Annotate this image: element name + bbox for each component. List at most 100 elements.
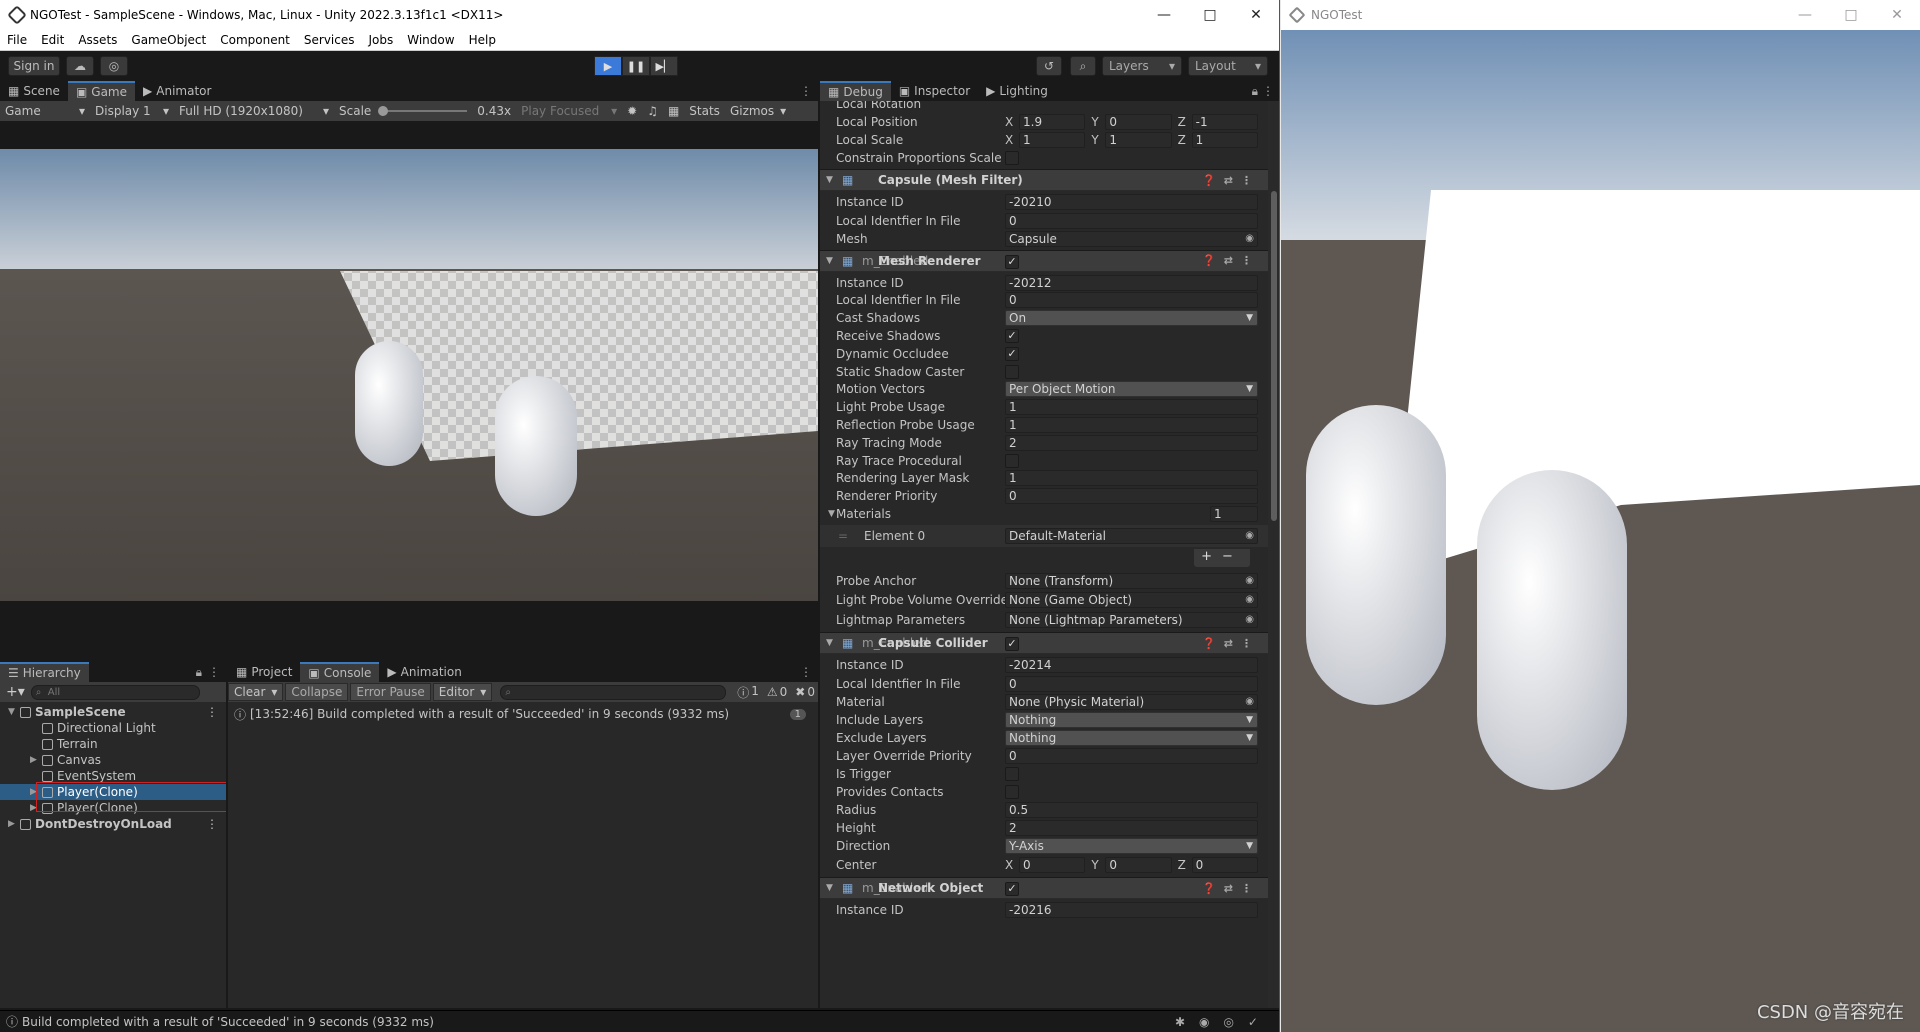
- menu-gameobject[interactable]: GameObject: [124, 33, 213, 47]
- scale-slider[interactable]: [376, 106, 472, 116]
- sign-in-button[interactable]: Sign in: [8, 56, 60, 76]
- component-header-capsule-mesh-filter[interactable]: ▼ ▦ Capsule (Mesh Filter) ❓⇄⋮: [820, 169, 1268, 191]
- value-field[interactable]: 2: [1005, 820, 1258, 837]
- tab-animator[interactable]: ▶ Animator: [135, 81, 219, 101]
- enabled-checkbox[interactable]: ✓: [1005, 254, 1019, 269]
- dropdown-field[interactable]: Per Object Motion ▼: [1005, 381, 1258, 398]
- value-field[interactable]: Default-Material ◉: [1005, 528, 1258, 545]
- foldout-icon[interactable]: ▼: [826, 175, 833, 185]
- menu-edit[interactable]: Edit: [34, 33, 71, 47]
- enabled-checkbox[interactable]: ✓: [1005, 637, 1019, 652]
- checkbox[interactable]: [1005, 364, 1019, 379]
- clear-button[interactable]: Clear ▾: [228, 683, 284, 701]
- foldout-open-icon[interactable]: ▼: [8, 707, 15, 717]
- console-entry[interactable]: ⓘ [13:52:46] Build completed with a resul…: [228, 705, 818, 723]
- component-header-icons[interactable]: ❓⇄⋮: [1202, 882, 1260, 895]
- tab-hierarchy[interactable]: ☰ Hierarchy: [0, 662, 89, 682]
- axis-y-input[interactable]: 0: [1105, 856, 1172, 873]
- bug-icon[interactable]: ✹: [622, 104, 642, 118]
- game-mode-dropdown[interactable]: Game ▾: [0, 104, 90, 118]
- value-field[interactable]: Capsule ◉: [1005, 231, 1258, 247]
- hierarchy-item-directional-light[interactable]: Directional Light: [0, 720, 226, 736]
- resolution-dropdown[interactable]: Full HD (1920x1080) ▾: [174, 104, 334, 118]
- layers-dropdown[interactable]: Layers ▾: [1102, 56, 1182, 76]
- ngotest-game-view[interactable]: CSDN @音容宛在: [1281, 30, 1920, 1032]
- scene-menu-icon[interactable]: ⋮: [206, 705, 218, 719]
- collab-icon[interactable]: ◎: [100, 56, 128, 76]
- value-field[interactable]: 1: [1005, 416, 1258, 433]
- value-field[interactable]: 0.5: [1005, 802, 1258, 819]
- object-picker-icon[interactable]: ◉: [1245, 529, 1254, 543]
- axis-x-input[interactable]: 0: [1019, 856, 1086, 873]
- tab-console[interactable]: ▣ Console: [300, 662, 380, 682]
- checkbox[interactable]: [1005, 767, 1019, 781]
- materials-count-input[interactable]: 1: [1210, 505, 1258, 522]
- foldout-open-icon[interactable]: ▶: [8, 819, 15, 829]
- game-view-canvas[interactable]: [0, 121, 818, 662]
- foldout-icon[interactable]: ▼: [826, 638, 833, 648]
- checkbox[interactable]: [1005, 785, 1019, 800]
- scale-slider-handle[interactable]: [378, 106, 389, 116]
- console-search-input[interactable]: ⌕: [500, 684, 727, 700]
- foldout-icon[interactable]: ▶: [30, 755, 37, 765]
- add-remove-icons[interactable]: +−: [1194, 549, 1250, 568]
- scene-menu-icon[interactable]: ⋮: [206, 817, 218, 831]
- stats-button[interactable]: Stats: [684, 104, 725, 118]
- info-count-toggle[interactable]: ⓘ 1: [734, 684, 762, 701]
- tab-project[interactable]: ▦ Project: [228, 662, 300, 682]
- dropdown-field[interactable]: Nothing ▼: [1005, 729, 1258, 746]
- lock-icon[interactable]: 🔒︎: [1252, 84, 1258, 99]
- value-field[interactable]: -20210: [1005, 194, 1258, 210]
- minimize-icon[interactable]: —: [1141, 0, 1187, 30]
- value-field[interactable]: 1: [1005, 399, 1258, 416]
- checkbox[interactable]: [1005, 151, 1019, 165]
- hierarchy-item-samplescene[interactable]: ▼ SampleScene ⋮: [0, 704, 226, 720]
- panel-menu-icon[interactable]: ⋮: [208, 665, 220, 679]
- dropdown-field[interactable]: On ▼: [1005, 310, 1258, 327]
- lock-icon[interactable]: 🔒︎: [196, 665, 202, 680]
- foldout-icon[interactable]: ▼: [826, 883, 833, 893]
- axis-x-input[interactable]: 1.9: [1019, 114, 1086, 130]
- hierarchy-item-terrain[interactable]: Terrain: [0, 736, 226, 752]
- value-field[interactable]: 0: [1005, 675, 1258, 692]
- component-header-icons[interactable]: ❓⇄⋮: [1202, 174, 1260, 187]
- foldout-icon[interactable]: ▼: [828, 509, 835, 519]
- gizmos-button[interactable]: Gizmos ▾: [725, 104, 791, 118]
- panel-menu-icon[interactable]: ⋮: [800, 665, 812, 679]
- panel-menu-icon[interactable]: ⋮: [1262, 84, 1274, 98]
- menu-window[interactable]: Window: [400, 33, 461, 47]
- step-icon[interactable]: ▶▏: [650, 56, 678, 76]
- play-focused-dropdown[interactable]: Play Focused ▾: [516, 104, 622, 118]
- axis-y-input[interactable]: 1: [1105, 132, 1172, 148]
- value-field[interactable]: None (Lightmap Parameters) ◉: [1005, 611, 1258, 628]
- axis-z-input[interactable]: 0: [1191, 856, 1258, 873]
- dropdown-field[interactable]: Nothing ▼: [1005, 711, 1258, 728]
- object-picker-icon[interactable]: ◉: [1245, 574, 1254, 588]
- checkbox[interactable]: ✓: [1005, 328, 1019, 343]
- hierarchy-search-input[interactable]: ⌕ All: [30, 684, 200, 700]
- value-field[interactable]: -20216: [1005, 902, 1258, 918]
- enabled-checkbox[interactable]: ✓: [1005, 882, 1019, 896]
- tab-game[interactable]: ▣ Game: [67, 81, 136, 101]
- menu-component[interactable]: Component: [213, 33, 297, 47]
- value-field[interactable]: 0: [1005, 747, 1258, 764]
- close-icon[interactable]: ✕: [1233, 0, 1279, 30]
- add-icon[interactable]: +▾: [0, 684, 31, 700]
- close-icon[interactable]: ✕: [1874, 0, 1920, 30]
- hierarchy-item-dontdestroyonload[interactable]: ▶ DontDestroyOnLoad ⋮: [0, 816, 226, 832]
- object-picker-icon[interactable]: ◉: [1245, 613, 1254, 627]
- component-header-capsule-collider[interactable]: ▼ ▦ m_Enabled Capsule Collider ✓ ❓⇄⋮: [820, 632, 1268, 655]
- foldout-icon[interactable]: ▼: [826, 256, 833, 266]
- object-picker-icon[interactable]: ◉: [1245, 695, 1254, 709]
- minimize-icon[interactable]: —: [1782, 0, 1828, 30]
- component-header-icons[interactable]: ❓⇄⋮: [1202, 254, 1260, 267]
- value-field[interactable]: 0: [1005, 292, 1258, 309]
- value-field[interactable]: None (Physic Material) ◉: [1005, 693, 1258, 710]
- scrollbar-thumb[interactable]: [1271, 191, 1277, 521]
- component-header-mesh-renderer[interactable]: ▼ ▦ m_Enabled Mesh Renderer ✓ ❓⇄⋮: [820, 249, 1268, 272]
- cloud-icon[interactable]: ☁: [66, 56, 94, 76]
- warn-count-toggle[interactable]: ⚠ 0: [764, 685, 790, 699]
- drag-handle-icon[interactable]: =: [838, 529, 848, 543]
- play-icon[interactable]: ▶: [594, 56, 622, 76]
- axis-y-input[interactable]: 0: [1105, 114, 1172, 130]
